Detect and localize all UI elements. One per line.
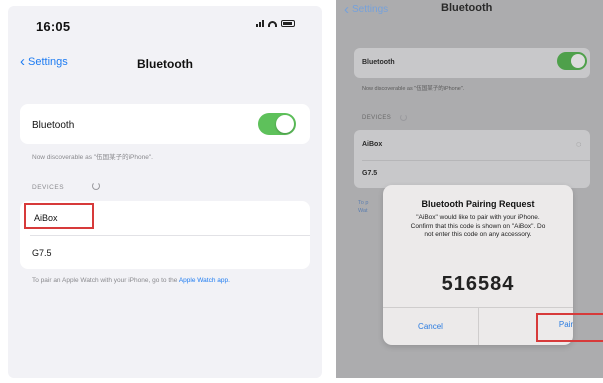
footer-note: To pair an Apple Watch with your iPhone,… (32, 276, 302, 285)
bluetooth-toggle[interactable] (258, 113, 296, 135)
chevron-left-icon: ‹ (344, 1, 349, 18)
highlight-box-pair (536, 313, 603, 342)
loading-spinner-icon (400, 114, 407, 121)
right-phone-screen: ‹ Settings Bluetooth Bluetooth Now disco… (336, 0, 603, 378)
footer-text: To pair an Apple Watch with your iPhone,… (32, 277, 178, 284)
devices-header: DEVICES (362, 115, 392, 121)
back-button[interactable]: ‹ Settings (344, 2, 388, 17)
pairing-code: 516584 (441, 273, 515, 295)
device-item-aibox[interactable]: AiBox (362, 141, 382, 148)
discoverable-text: Now discoverable as "伍国某子的iPhone". (362, 86, 465, 92)
footer-note-left: To p Wat (358, 200, 369, 214)
discoverable-text: Now discoverable as "伍国某子的iPhone". (32, 154, 153, 161)
divider (30, 235, 310, 236)
battery-icon (281, 20, 295, 27)
status-time: 16:05 (36, 19, 71, 34)
bluetooth-label: Bluetooth (362, 59, 395, 66)
divider (362, 160, 590, 161)
device-item-g75[interactable]: G7.5 (362, 170, 377, 177)
toggle-knob (571, 54, 585, 68)
status-icons (256, 20, 295, 27)
back-label: Settings (352, 4, 389, 15)
apple-watch-app-link[interactable]: Apple Watch app. (179, 277, 230, 284)
bluetooth-toggle[interactable] (557, 52, 587, 70)
devices-list (354, 130, 590, 188)
wifi-icon (268, 20, 277, 27)
connecting-spinner-icon: ◌ (576, 139, 582, 149)
dialog-message: "AiBox" would like to pair with your iPh… (410, 214, 546, 238)
loading-spinner-icon (92, 182, 100, 190)
page-title: Bluetooth (441, 2, 493, 14)
device-item-g75[interactable]: G7.5 (32, 248, 52, 258)
cancel-button[interactable]: Cancel (383, 322, 478, 331)
dialog-title: Bluetooth Pairing Request (421, 199, 535, 209)
page-title: Bluetooth (137, 57, 193, 71)
pairing-request-dialog: Bluetooth Pairing Request "AiBox" would … (383, 185, 603, 345)
button-divider (478, 307, 479, 345)
devices-header: DEVICES (32, 184, 65, 191)
highlight-box-aibox (24, 203, 94, 229)
left-phone-screen: 16:05 ‹ Settings Bluetooth Bluetooth Now… (8, 6, 322, 378)
cellular-signal-icon (256, 20, 264, 27)
bluetooth-label: Bluetooth (32, 120, 75, 131)
toggle-knob (276, 115, 294, 133)
